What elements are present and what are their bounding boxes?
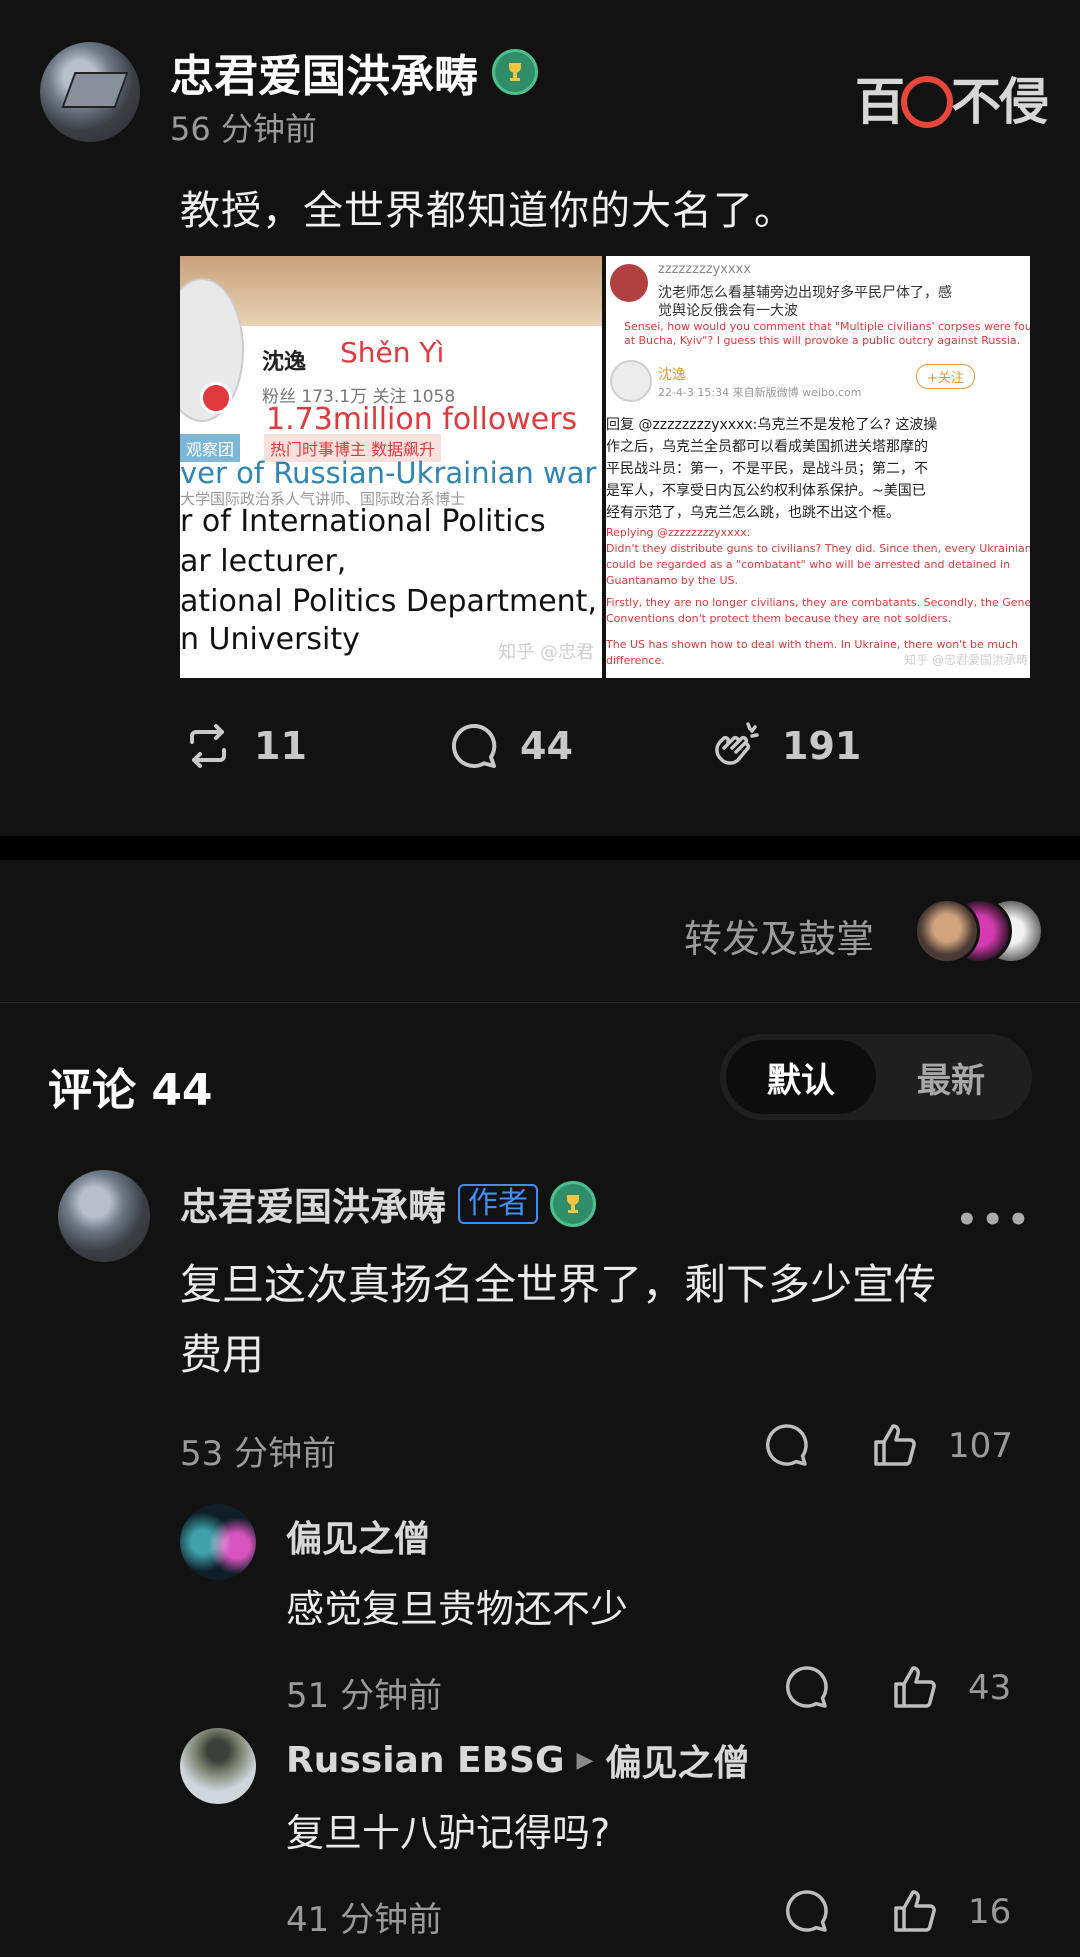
like-count: 43 xyxy=(968,1668,1012,1708)
avatar[interactable] xyxy=(180,1728,256,1804)
image-reply-line: 是军人，不享受日内瓦公约权利体系保护。~美国已 xyxy=(606,483,926,499)
like-count: 16 xyxy=(968,1892,1012,1932)
author-tag: 作者 xyxy=(458,1183,539,1224)
image-observer: ver of Russian-Ukrainian war xyxy=(180,456,597,490)
post-image-left[interactable]: 沈逸 Shěn Yì 粉丝 173.1万 关注 1058 1.73million… xyxy=(180,256,602,678)
avatar-stack xyxy=(914,898,1044,964)
comment-author[interactable]: 偏见之僧 xyxy=(286,1510,430,1562)
image-reply-line: 回复 @zzzzzzzzyxxxx:乌克兰不是发枪了么? 这波操 xyxy=(606,417,938,433)
comment-author-row: Russian EBSG ▶ 偏见之僧 xyxy=(286,1734,749,1786)
image-pinyin: Shěn Yì xyxy=(340,336,445,369)
repost-button[interactable]: 11 xyxy=(180,718,307,774)
comment-author-row: 忠君爱国洪承畴 作者 xyxy=(180,1176,597,1231)
comments-header: 评论 44 默认 最新 xyxy=(0,1002,1080,1150)
post-image-grid: 沈逸 Shěn Yì 粉丝 173.1万 关注 1058 1.73million… xyxy=(180,256,1030,678)
image-reply-en: Conventions don't protect them because t… xyxy=(606,612,952,625)
image-reply-line: 经有示范了，乌克兰怎么跳，也跳不出这个框。 xyxy=(606,505,900,521)
reply-icon[interactable] xyxy=(762,1420,812,1470)
clap-icon xyxy=(715,722,759,765)
avatar[interactable] xyxy=(180,1504,256,1580)
reply-to-arrow-icon: ▶ xyxy=(576,1747,594,1773)
section-divider xyxy=(0,836,1080,860)
image-line: n University xyxy=(180,622,360,657)
image-follow: +关注 xyxy=(916,364,975,389)
reply-icon[interactable] xyxy=(782,1886,832,1936)
image-reply-date: 22-4-3 15:34 来自新版微博 weibo.com xyxy=(658,386,862,399)
comment-time: 53 分钟前 xyxy=(180,1434,337,1474)
reply-to-author[interactable]: 偏见之僧 xyxy=(605,1734,749,1786)
sort-toggle: 默认 最新 xyxy=(720,1034,1032,1120)
image-reply-name: 沈逸 xyxy=(658,367,686,383)
comment-body-line: 费用 xyxy=(180,1330,265,1379)
comment-body: 感觉复旦贵物还不少 xyxy=(286,1587,629,1631)
post-author-row: 忠君爱国洪承畴 xyxy=(170,40,538,104)
watermark-logo: 百不侵 xyxy=(855,72,1049,131)
reply-icon[interactable] xyxy=(782,1662,832,1712)
image-reply-en: Firstly, they are no longer civilians, t… xyxy=(606,596,1030,609)
image-reply-en: could be regarded as a "combatant" who w… xyxy=(606,558,1011,571)
comment-reply-item: Russian EBSG ▶ 偏见之僧 复旦十八驴记得吗? 41 分钟前 16 xyxy=(0,1724,1080,1957)
sort-latest-tab[interactable]: 最新 xyxy=(876,1040,1026,1114)
avatar[interactable] xyxy=(58,1170,150,1262)
image-question-en: at Bucha, Kyiv"? I guess this will provo… xyxy=(624,334,1021,347)
image-line: ational Politics Department, xyxy=(180,584,597,619)
comment-author-row: 偏见之僧 xyxy=(286,1510,430,1562)
comment-body: 复旦这次真扬名全世界了，剩下多少宣传 费用 xyxy=(180,1250,936,1390)
image-watermark: 知乎 @忠君 xyxy=(498,642,594,663)
image-line: ar lecturer, xyxy=(180,544,347,579)
like-icon[interactable] xyxy=(868,1418,922,1472)
like-icon[interactable] xyxy=(888,1660,942,1714)
post-header: 忠君爱国洪承畴 56 分钟前 百不侵 xyxy=(0,0,1080,160)
page: 忠君爱国洪承畴 56 分钟前 百不侵 教授，全世界都知道你的大名了。 沈逸 Sh… xyxy=(0,0,1080,1957)
post-time: 56 分钟前 xyxy=(170,110,317,148)
image-reply-en: difference. xyxy=(606,654,665,667)
repost-clap-summary[interactable]: 转发及鼓掌 xyxy=(0,860,1080,1003)
comment-author[interactable]: 忠君爱国洪承畴 xyxy=(180,1176,446,1231)
more-options-icon[interactable]: ••• xyxy=(956,1200,1033,1240)
comments-title: 评论 44 xyxy=(48,1065,213,1116)
comment-time: 41 分钟前 xyxy=(286,1900,443,1940)
image-followers: 1.73million followers xyxy=(266,402,578,437)
repost-count: 11 xyxy=(254,724,307,768)
comment-count: 44 xyxy=(520,724,573,768)
clap-count: 191 xyxy=(782,724,862,768)
image-reply-en: Replying @zzzzzzzzyxxxx: xyxy=(606,526,751,539)
repost-icon xyxy=(190,724,226,768)
image-question: 沈老师怎么看基辅旁边出现好多平民尸体了，感 xyxy=(658,285,952,301)
post-author-name[interactable]: 忠君爱国洪承畴 xyxy=(170,40,478,104)
like-icon[interactable] xyxy=(888,1884,942,1938)
post-image-right[interactable]: zzzzzzzzyxxxx 沈老师怎么看基辅旁边出现好多平民尸体了，感 觉舆论反… xyxy=(606,256,1030,678)
image-line: r of International Politics xyxy=(180,504,546,539)
repost-summary-label: 转发及鼓掌 xyxy=(684,917,875,961)
trophy-badge-icon xyxy=(550,1180,597,1227)
image-question: 觉舆论反俄会有一大波 xyxy=(658,303,798,319)
comment-body-line: 复旦这次真扬名全世界了，剩下多少宣传 xyxy=(180,1260,937,1309)
image-username: zzzzzzzzyxxxx xyxy=(658,262,752,277)
comment-item: 忠君爱国洪承畴 作者 ••• 复旦这次真扬名全世界了，剩下多少宣传 费用 53 … xyxy=(0,1150,1080,1530)
image-reply-line: 作之后，乌克兰全员都可以看成美国抓进关塔那摩的 xyxy=(606,439,928,455)
post-text: 教授，全世界都知道你的大名了。 xyxy=(180,188,795,234)
clap-button[interactable]: 191 xyxy=(708,718,861,774)
post-action-bar: 11 44 191 xyxy=(0,718,1080,798)
comment-author[interactable]: Russian EBSG xyxy=(286,1740,565,1781)
image-name: 沈逸 xyxy=(262,350,307,375)
image-reply-en: The US has shown how to deal with them. … xyxy=(606,638,1018,651)
trophy-badge-icon xyxy=(492,49,538,95)
comment-icon xyxy=(452,723,497,768)
image-reply-en: Didn't they distribute guns to civilians… xyxy=(606,542,1030,555)
image-question-en: Sensei, how would you comment that "Mult… xyxy=(624,320,1030,333)
comment-body: 复旦十八驴记得吗? xyxy=(286,1811,611,1855)
comment-time: 51 分钟前 xyxy=(286,1676,443,1716)
sort-default-tab[interactable]: 默认 xyxy=(726,1040,876,1114)
like-count: 107 xyxy=(948,1426,1013,1466)
image-reply-en: Guantanamo by the US. xyxy=(606,574,738,587)
image-watermark: 知乎 @忠君爱国洪承畴 xyxy=(904,653,1028,667)
avatar xyxy=(914,898,980,964)
image-reply-line: 平民战斗员：第一，不是平民，是战斗员；第二，不 xyxy=(606,461,928,477)
avatar[interactable] xyxy=(40,42,140,142)
comment-reply-item: 偏见之僧 感觉复旦贵物还不少 51 分钟前 43 xyxy=(0,1500,1080,1730)
